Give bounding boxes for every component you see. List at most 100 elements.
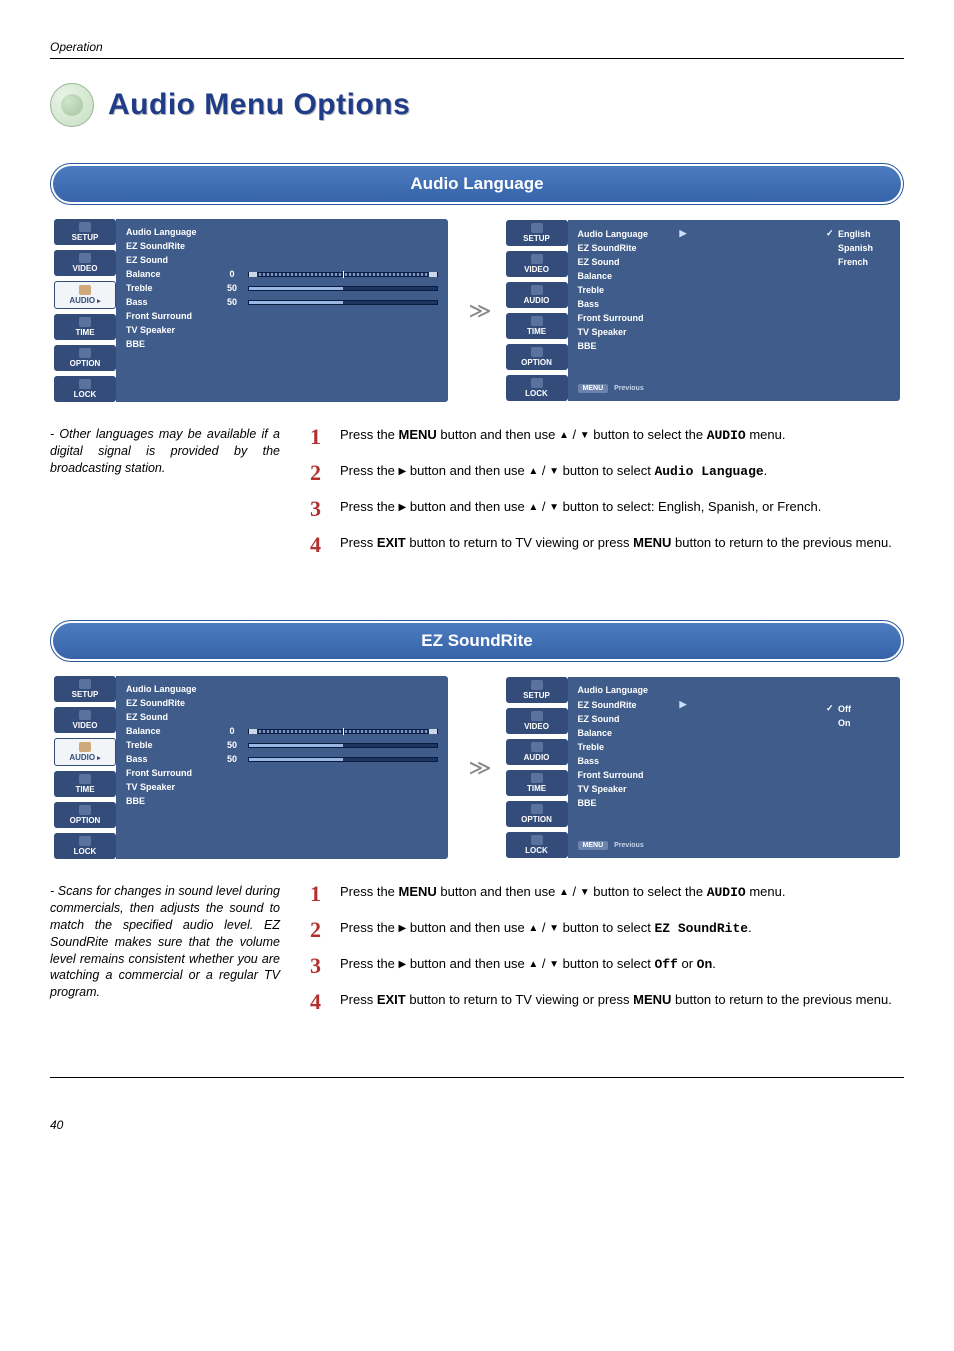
osd-item[interactable]: BBE — [126, 339, 438, 349]
slider-balance[interactable] — [248, 729, 438, 734]
speaker-small-icon — [531, 742, 543, 752]
osd-item[interactable]: EZ SoundRite — [126, 698, 438, 708]
osd-item[interactable]: TV Speaker — [578, 327, 814, 337]
osd-item[interactable]: Front Surround — [578, 770, 814, 780]
gear-icon — [531, 347, 543, 357]
osd-item[interactable]: BBE — [578, 341, 814, 351]
slider-balance[interactable] — [248, 272, 438, 277]
check-icon: ✓ — [826, 703, 834, 714]
osd-tab-time[interactable]: TIME — [54, 314, 116, 340]
osd-tab-lock[interactable]: LOCK — [506, 832, 568, 858]
osd-panel-left: SETUP VIDEO AUDIO TIME OPTION LOCK Audio… — [54, 676, 448, 859]
section-banner-ez-soundrite: EZ SoundRite — [50, 620, 904, 662]
osd-item[interactable]: Audio Language — [126, 684, 438, 694]
step-number: 4 — [310, 991, 328, 1013]
osd-item[interactable]: Front Surround — [126, 768, 438, 778]
osd-item[interactable]: EZ Sound — [126, 255, 438, 265]
osd-tab-lock[interactable]: LOCK — [54, 376, 116, 402]
page-title: Audio Menu Options — [108, 88, 410, 122]
osd-item[interactable]: EZ Sound — [578, 714, 814, 724]
osd-tab-video[interactable]: VIDEO — [54, 707, 116, 733]
osd-tab-setup[interactable]: SETUP — [506, 677, 568, 703]
step-2: 2 Press the ▶ button and then use ▲ / ▼ … — [310, 919, 904, 941]
osd-item-selected[interactable]: Audio Language▶ — [578, 228, 814, 239]
step-3: 3 Press the ▶ button and then use ▲ / ▼ … — [310, 498, 904, 520]
osd-item[interactable]: EZ SoundRite — [126, 241, 438, 251]
slider-bass[interactable] — [248, 757, 438, 762]
osd-tab-time[interactable]: TIME — [506, 770, 568, 796]
osd-item[interactable]: Bass — [578, 299, 814, 309]
slider-treble[interactable] — [248, 286, 438, 291]
osd-item-bass[interactable]: Bass50 — [126, 297, 438, 307]
osd-tab-video[interactable]: VIDEO — [506, 708, 568, 734]
osd-tab-setup[interactable]: SETUP — [54, 219, 116, 245]
step-1: 1 Press the MENU button and then use ▲ /… — [310, 883, 904, 905]
step-number: 4 — [310, 534, 328, 556]
osd-tab-audio[interactable]: AUDIO — [54, 738, 116, 766]
gear-icon — [79, 805, 91, 815]
osd-item[interactable]: Front Surround — [126, 311, 438, 321]
osd-tab-option[interactable]: OPTION — [54, 345, 116, 371]
option-english[interactable]: ✓English — [826, 228, 894, 239]
osd-content-left: Audio Language EZ SoundRite EZ Sound Bal… — [116, 219, 448, 402]
osd-item-treble[interactable]: Treble50 — [126, 740, 438, 750]
section1-body: - Other languages may be available if a … — [50, 426, 904, 570]
osd-sidebar: SETUP VIDEO AUDIO TIME OPTION LOCK — [506, 220, 568, 401]
note-text: - Other languages may be available if a … — [50, 426, 280, 570]
page-number: 40 — [50, 1118, 904, 1132]
step-text: Press EXIT button to return to TV viewin… — [340, 991, 892, 1009]
menu-button[interactable]: MENU — [578, 384, 609, 393]
osd-item[interactable]: Front Surround — [578, 313, 814, 323]
osd-item-balance[interactable]: Balance0 — [126, 726, 438, 736]
option-off[interactable]: ✓Off — [826, 703, 894, 714]
slider-treble[interactable] — [248, 743, 438, 748]
osd-tab-time[interactable]: TIME — [54, 771, 116, 797]
osd-tab-lock[interactable]: LOCK — [54, 833, 116, 859]
osd-item-bass[interactable]: Bass50 — [126, 754, 438, 764]
osd-tab-option[interactable]: OPTION — [506, 344, 568, 370]
osd-tab-lock[interactable]: LOCK — [506, 375, 568, 401]
osd-item[interactable]: Treble — [578, 285, 814, 295]
osd-item[interactable]: TV Speaker — [578, 784, 814, 794]
osd-content-left: Audio Language EZ SoundRite EZ Sound Bal… — [116, 676, 448, 859]
osd-tab-audio[interactable]: AUDIO — [506, 739, 568, 765]
osd-item[interactable]: Audio Language — [126, 227, 438, 237]
osd-item[interactable]: EZ Sound — [578, 257, 814, 267]
osd-tab-audio[interactable]: AUDIO — [506, 282, 568, 308]
osd-tab-video[interactable]: VIDEO — [54, 250, 116, 276]
osd-item[interactable]: BBE — [126, 796, 438, 806]
osd-tab-video[interactable]: VIDEO — [506, 251, 568, 277]
osd-item[interactable]: BBE — [578, 798, 814, 808]
chevron-right-icon — [95, 296, 101, 305]
osd-item[interactable]: EZ SoundRite — [578, 243, 814, 253]
option-on[interactable]: On — [826, 718, 894, 728]
option-spanish[interactable]: Spanish — [826, 243, 894, 253]
osd-tab-option[interactable]: OPTION — [54, 802, 116, 828]
option-french[interactable]: French — [826, 257, 894, 267]
osd-item[interactable]: Bass — [578, 756, 814, 766]
osd-item[interactable]: Audio Language — [578, 685, 814, 695]
osd-item-balance[interactable]: Balance0 — [126, 269, 438, 279]
lock-icon — [79, 836, 91, 846]
osd-item-treble[interactable]: Treble50 — [126, 283, 438, 293]
osd-item[interactable]: Balance — [578, 271, 814, 281]
osd-tab-setup[interactable]: SETUP — [506, 220, 568, 246]
osd-tab-time[interactable]: TIME — [506, 313, 568, 339]
osd-item[interactable]: Treble — [578, 742, 814, 752]
speaker-icon — [50, 83, 94, 127]
osd-tab-audio[interactable]: AUDIO — [54, 281, 116, 309]
osd-item[interactable]: EZ Sound — [126, 712, 438, 722]
previous-label: Previous — [614, 842, 644, 849]
osd-item[interactable]: Balance — [578, 728, 814, 738]
step-number: 1 — [310, 883, 328, 905]
slider-bass[interactable] — [248, 300, 438, 305]
lock-icon — [79, 379, 91, 389]
osd-tab-setup[interactable]: SETUP — [54, 676, 116, 702]
menu-button[interactable]: MENU — [578, 841, 609, 850]
down-icon: ▼ — [549, 503, 559, 513]
osd-item[interactable]: TV Speaker — [126, 782, 438, 792]
clock-icon — [531, 316, 543, 326]
osd-item[interactable]: TV Speaker — [126, 325, 438, 335]
osd-item-selected[interactable]: EZ SoundRite▶ — [578, 699, 814, 710]
osd-tab-option[interactable]: OPTION — [506, 801, 568, 827]
